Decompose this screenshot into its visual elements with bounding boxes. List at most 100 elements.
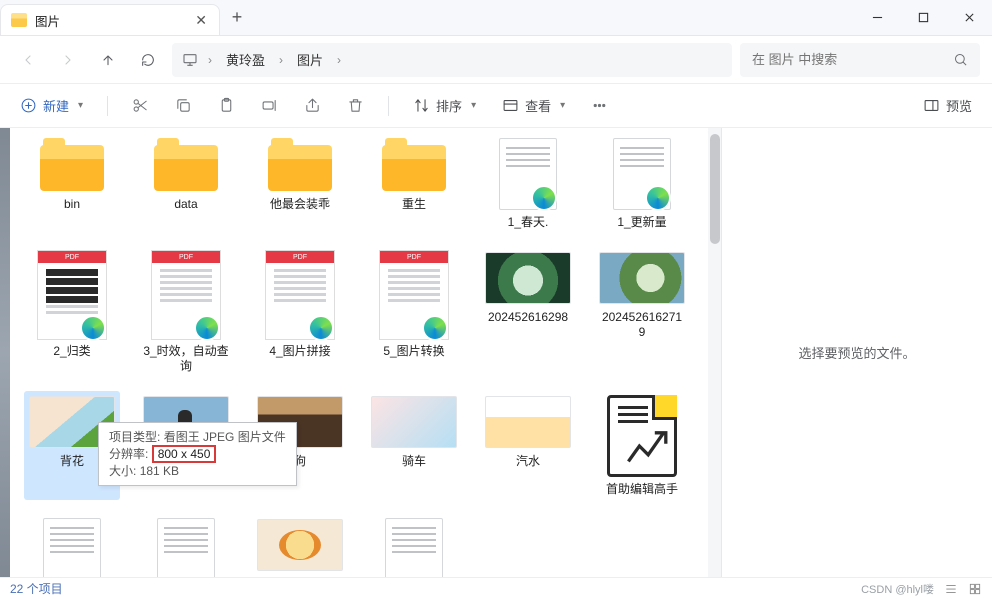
sort-icon xyxy=(413,97,430,114)
file-thumbnail: PDF xyxy=(257,250,343,340)
file-item[interactable]: PDF2_归类 xyxy=(24,247,120,377)
tooltip-type-val: 看图王 JPEG 图片文件 xyxy=(164,430,286,444)
preview-placeholder: 选择要预览的文件。 xyxy=(798,343,915,362)
file-thumbnail: PDF xyxy=(143,250,229,340)
toolbar: 新建 ▾ 排序 ▾ 查看 ▾ 预览 xyxy=(0,84,992,128)
new-button[interactable]: 新建 ▾ xyxy=(14,92,89,119)
file-item[interactable]: PDF 4_图片拼接 xyxy=(252,247,348,377)
share-icon xyxy=(304,97,321,114)
file-tooltip: 项目类型: 看图王 JPEG 图片文件 分辨率: 800 x 450 大小: 1… xyxy=(98,422,297,486)
file-item[interactable]: 1_更新量 xyxy=(594,134,690,233)
file-item[interactable]: 组成 xyxy=(366,514,462,577)
new-tab-button[interactable]: + xyxy=(220,0,254,35)
breadcrumb[interactable]: › 黄玲盈 › 图片 › xyxy=(172,43,732,77)
breadcrumb-item-1[interactable]: 图片 xyxy=(293,48,327,71)
file-thumbnail xyxy=(257,137,343,193)
sort-button[interactable]: 排序 ▾ xyxy=(407,92,482,119)
forward-button[interactable] xyxy=(52,44,84,76)
search-input[interactable] xyxy=(752,52,945,67)
watermark: CSDN @hlyl喽 xyxy=(861,581,934,597)
copy-icon xyxy=(175,97,192,114)
file-item[interactable]: 重生 xyxy=(366,134,462,233)
share-button[interactable] xyxy=(298,93,327,118)
maximize-button[interactable] xyxy=(900,0,946,35)
scrollbar-thumb[interactable] xyxy=(710,134,720,244)
file-label: 1_春天. xyxy=(508,215,549,230)
file-thumbnail xyxy=(485,394,571,450)
more-button[interactable] xyxy=(585,93,614,118)
file-item[interactable]: 首助编辑高手 xyxy=(594,391,690,500)
search-icon xyxy=(953,52,968,67)
file-label: 汽水 xyxy=(516,454,540,469)
file-grid-pane[interactable]: bindata他最会装乖重生1_春天.1_更新量PDF2_归类PDF3_时效，自… xyxy=(0,128,722,577)
file-label: 首助编辑高手 xyxy=(606,482,678,497)
sort-label: 排序 xyxy=(436,96,462,115)
new-label: 新建 xyxy=(43,96,69,115)
file-item[interactable]: 骑车 xyxy=(366,391,462,500)
file-item[interactable]: 一种美观的组合箱 xyxy=(138,514,234,577)
file-label: 重生 xyxy=(402,197,426,212)
file-item[interactable]: 新建文本文档 xyxy=(24,514,120,577)
file-item[interactable]: 他最会装乖 xyxy=(252,134,348,233)
separator xyxy=(107,96,108,116)
up-button[interactable] xyxy=(92,44,124,76)
delete-button[interactable] xyxy=(341,93,370,118)
file-label: 背花 xyxy=(60,454,84,469)
file-label: 他最会装乖 xyxy=(270,197,330,212)
tooltip-res-key: 分辨率: xyxy=(109,447,148,461)
file-item[interactable]: data xyxy=(138,134,234,233)
trash-icon xyxy=(347,97,364,114)
file-item[interactable]: 202452616298 xyxy=(480,247,576,377)
folder-icon xyxy=(11,13,27,27)
file-label: 2_归类 xyxy=(53,344,90,359)
file-item[interactable]: 汽水 xyxy=(480,391,576,500)
copy-button[interactable] xyxy=(169,93,198,118)
minimize-button[interactable] xyxy=(854,0,900,35)
file-label: 4_图片拼接 xyxy=(269,344,330,359)
rename-button[interactable] xyxy=(255,93,284,118)
chevron-down-icon: ▾ xyxy=(560,100,565,111)
file-item[interactable]: PDF3_时效，自动查询 xyxy=(138,247,234,377)
cut-button[interactable] xyxy=(126,93,155,118)
close-window-button[interactable] xyxy=(946,0,992,35)
file-thumbnail xyxy=(599,250,685,306)
content-area: bindata他最会装乖重生1_春天.1_更新量PDF2_归类PDF3_时效，自… xyxy=(0,128,992,577)
file-thumbnail xyxy=(29,517,115,577)
tooltip-size-key: 大小: xyxy=(109,464,136,478)
file-item[interactable]: bin xyxy=(24,134,120,233)
tab-active[interactable]: 图片 ✕ xyxy=(0,4,220,35)
window-controls xyxy=(854,0,992,35)
file-item[interactable]: 1_春天. xyxy=(480,134,576,233)
item-count: 22 个项目 xyxy=(10,580,63,597)
titlebar: 图片 ✕ + xyxy=(0,0,992,36)
file-label: 5_图片转换 xyxy=(383,344,444,359)
file-thumbnail xyxy=(29,137,115,193)
clipboard-icon xyxy=(218,97,235,114)
file-item[interactable]: 鱼 xyxy=(252,514,348,577)
refresh-button[interactable] xyxy=(132,44,164,76)
file-thumbnail xyxy=(257,517,343,573)
monitor-icon xyxy=(182,52,198,68)
file-item[interactable]: PDF5_图片转换 xyxy=(366,247,462,377)
statusbar: 22 个项目 CSDN @hlyl喽 xyxy=(0,577,992,599)
details-view-icon[interactable] xyxy=(944,582,958,596)
preview-toggle[interactable]: 预览 xyxy=(917,92,978,119)
rename-icon xyxy=(261,97,278,114)
close-tab-icon[interactable]: ✕ xyxy=(195,13,207,27)
file-thumbnail xyxy=(371,394,457,450)
plus-circle-icon xyxy=(20,97,37,114)
search-box[interactable] xyxy=(740,43,980,77)
vertical-scrollbar[interactable] xyxy=(708,128,722,577)
file-thumbnail xyxy=(143,137,229,193)
view-button[interactable]: 查看 ▾ xyxy=(496,92,571,119)
back-button[interactable] xyxy=(12,44,44,76)
breadcrumb-item-0[interactable]: 黄玲盈 xyxy=(222,48,269,71)
paste-button[interactable] xyxy=(212,93,241,118)
chevron-right-icon: › xyxy=(337,53,341,67)
preview-pane: 选择要预览的文件。 xyxy=(722,128,992,577)
file-item[interactable]: 2024526162719 xyxy=(594,247,690,377)
file-label: 202452616298 xyxy=(488,310,568,325)
more-icon xyxy=(591,97,608,114)
tiles-view-icon[interactable] xyxy=(968,582,982,596)
file-thumbnail xyxy=(371,137,457,193)
